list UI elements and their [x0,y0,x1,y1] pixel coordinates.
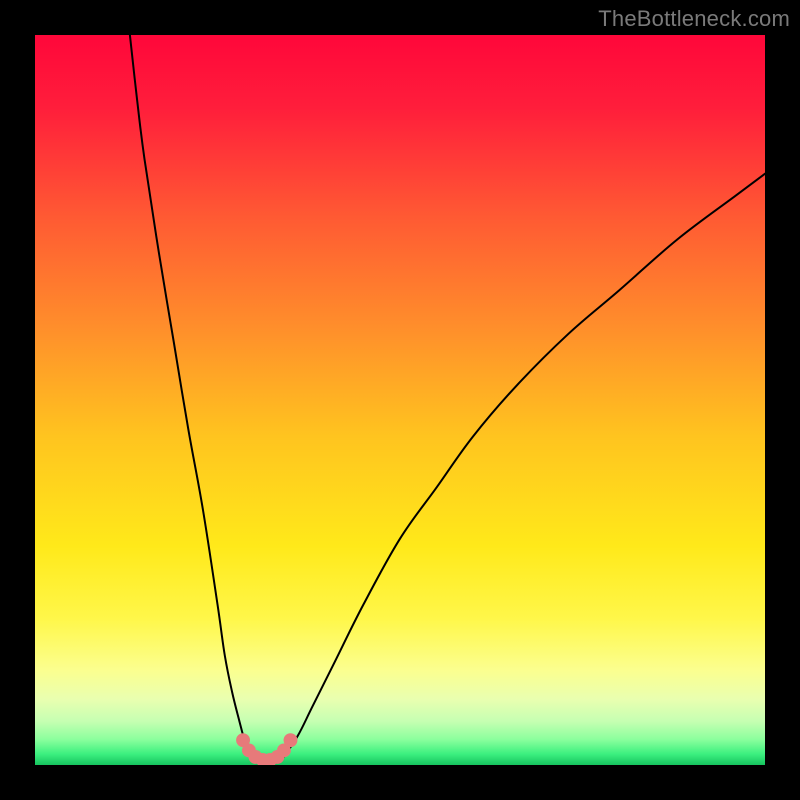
attribution-label: TheBottleneck.com [598,6,790,32]
chart-curves [35,35,765,765]
left-curve [130,35,250,758]
chart-stage: TheBottleneck.com [0,0,800,800]
valley-dots [236,733,297,765]
valley-dot [284,733,298,747]
right-curve [283,174,765,758]
plot-area [35,35,765,765]
